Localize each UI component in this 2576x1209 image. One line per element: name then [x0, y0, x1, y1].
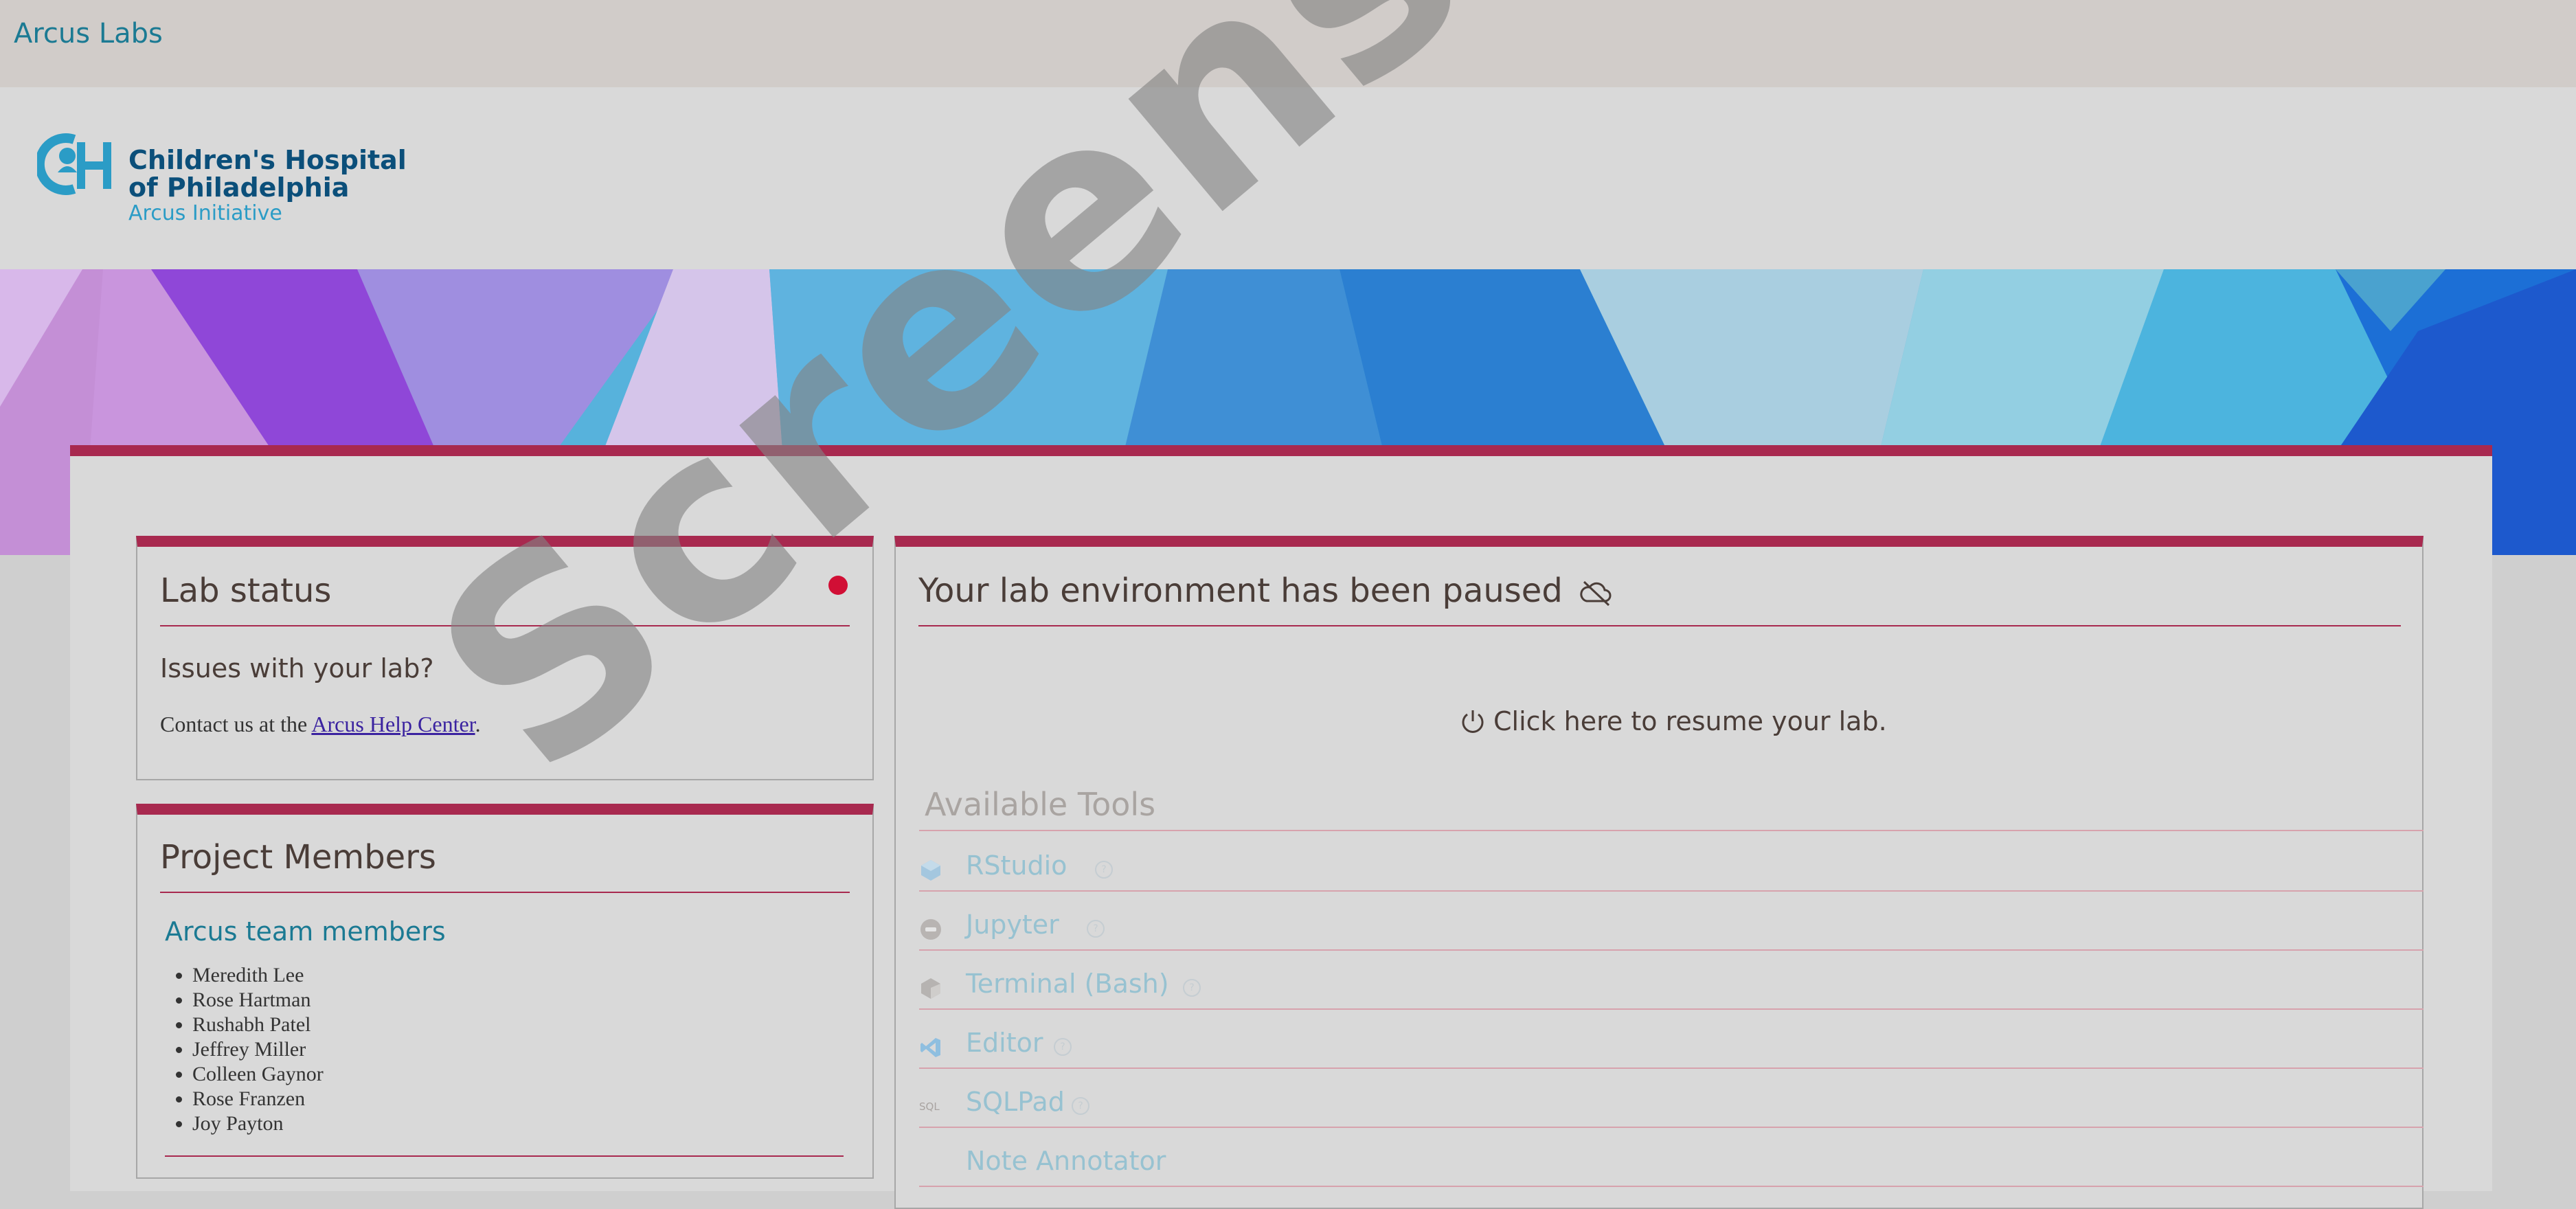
- tool-name: Editor: [966, 1028, 1043, 1058]
- member-item: Rose Franzen: [192, 1087, 324, 1111]
- main-card: Lab status Issues with your lab? Contact…: [70, 445, 2492, 1209]
- environment-divider: [918, 625, 2401, 626]
- vscode-icon: [920, 1038, 940, 1057]
- available-tools-heading: Available Tools: [925, 786, 1156, 823]
- rstudio-icon: [921, 860, 940, 881]
- member-item: Joy Payton: [192, 1111, 324, 1136]
- environment-title: Your lab environment has been paused: [918, 572, 1613, 610]
- cloud-off-icon: [1580, 580, 1612, 607]
- tool-name: SQLPad: [966, 1087, 1065, 1117]
- help-icon[interactable]: ?: [1095, 861, 1113, 879]
- contact-text: Contact us at the Arcus Help Center.: [160, 712, 481, 737]
- tool-name: RStudio: [966, 850, 1067, 881]
- tool-row-jupyter[interactable]: Jupyter ?: [919, 890, 2424, 951]
- help-icon[interactable]: ?: [1072, 1097, 1089, 1115]
- project-members-panel: Project Members Arcus team members Mered…: [136, 804, 874, 1179]
- team-members-subtitle: Arcus team members: [165, 916, 446, 947]
- jupyter-icon: [920, 919, 941, 940]
- brand-link[interactable]: Arcus Labs: [14, 18, 163, 49]
- tool-name: Note Annotator: [966, 1146, 1166, 1176]
- contact-suffix: .: [475, 712, 481, 736]
- logo-line-3: Arcus Initiative: [128, 201, 282, 225]
- tool-row-sqlpad[interactable]: SQL SQLPad ?: [919, 1067, 2424, 1128]
- tool-name: Terminal (Bash): [966, 969, 1169, 999]
- environment-title-text: Your lab environment has been paused: [918, 572, 1563, 610]
- logo-line-2: of Philadelphia: [128, 172, 350, 203]
- project-members-title: Project Members: [160, 838, 436, 877]
- lab-environment-panel: Your lab environment has been paused Cli…: [894, 536, 2424, 1209]
- sql-icon: SQL: [919, 1100, 940, 1113]
- logo-line-1: Children's Hospital: [128, 145, 407, 175]
- member-item: Colleen Gaynor: [192, 1062, 324, 1087]
- tool-row-terminal[interactable]: Terminal (Bash) ?: [919, 949, 2424, 1010]
- help-icon[interactable]: ?: [1054, 1038, 1072, 1056]
- header-logo-area: Children's Hospital of Philadelphia Arcu…: [0, 87, 2576, 269]
- members-list: Meredith Lee Rose Hartman Rushabh Patel …: [165, 963, 324, 1136]
- tool-row-rstudio[interactable]: RStudio ?: [919, 831, 2424, 892]
- project-members-divider: [160, 892, 850, 893]
- chop-logo-icon: [37, 133, 111, 195]
- lab-status-indicator: [828, 576, 848, 595]
- member-item: Jeffrey Miller: [192, 1037, 324, 1062]
- lab-status-title: Lab status: [160, 572, 332, 610]
- tool-row-note-annotator[interactable]: Note Annotator: [919, 1127, 2424, 1187]
- member-item: Rushabh Patel: [192, 1013, 324, 1037]
- tool-name: Jupyter: [966, 909, 1059, 940]
- help-icon[interactable]: ?: [1087, 920, 1105, 938]
- member-item: Rose Hartman: [192, 988, 324, 1013]
- issues-heading: Issues with your lab?: [160, 653, 434, 683]
- resume-label: Click here to resume your lab.: [1493, 706, 1887, 736]
- top-navbar: Arcus Labs: [0, 0, 2576, 87]
- help-icon[interactable]: ?: [1183, 979, 1201, 997]
- tool-row-editor[interactable]: Editor ?: [919, 1008, 2424, 1069]
- terminal-icon: [921, 978, 940, 999]
- lab-status-panel: Lab status Issues with your lab? Contact…: [136, 536, 874, 780]
- members-bottom-divider: [165, 1155, 844, 1157]
- member-item: Meredith Lee: [192, 963, 324, 988]
- lab-status-divider: [160, 625, 850, 626]
- help-center-link[interactable]: Arcus Help Center: [311, 712, 475, 736]
- power-icon: [1462, 710, 1484, 733]
- contact-prefix: Contact us at the: [160, 712, 312, 736]
- resume-lab-button[interactable]: Click here to resume your lab.: [1459, 706, 1887, 736]
